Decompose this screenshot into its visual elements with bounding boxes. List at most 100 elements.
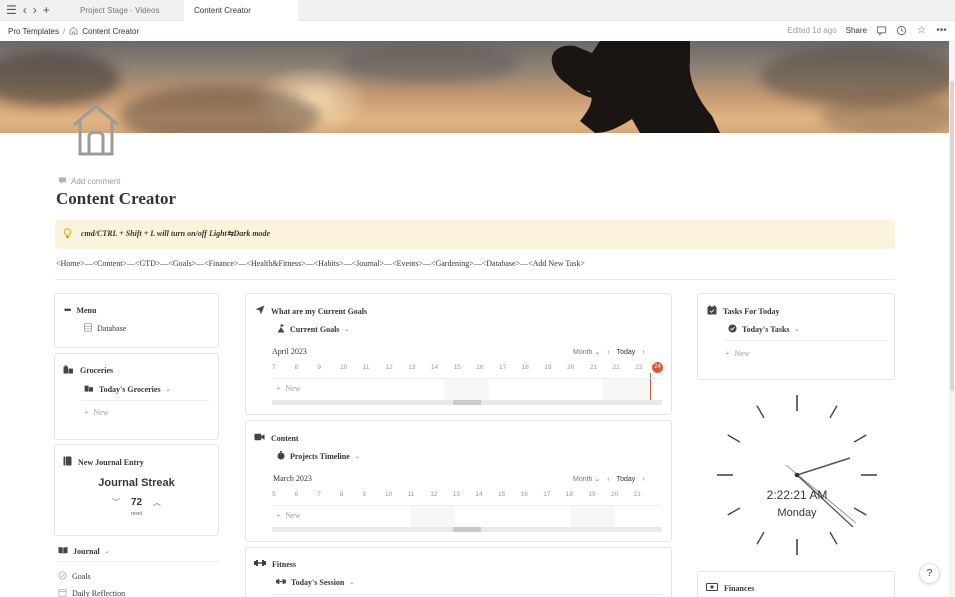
streak-increment-chevron-icon[interactable]: ︿ <box>153 498 161 507</box>
groceries-new-button[interactable]: + New <box>84 408 109 417</box>
timeline-day-label: 14 <box>475 491 483 498</box>
timeline-day-headers: 7 8 9 10 11 12 13 14 15 16 17 18 19 20 21 22 23 <box>272 364 662 374</box>
tasks-new-button[interactable]: + New <box>725 349 750 358</box>
finances-card-title: Finances <box>724 583 755 593</box>
finances-card: Finances <box>697 571 895 597</box>
range-month-dropdown[interactable]: Month ⌄ <box>573 475 600 483</box>
chevron-down-icon: ⌄ <box>344 327 350 333</box>
timeline-day-label: 21 <box>633 491 641 498</box>
fitness-card-title: Fitness <box>272 559 296 569</box>
content-timeline-grid[interactable]: + New <box>272 505 661 528</box>
tab-bar: ☰ ‹ › + Project Stage - Videos Content C… <box>0 0 955 21</box>
content-card: Content Projects Timeline ⌄ March 2023 M… <box>245 420 672 542</box>
edited-timestamp: Edited 1d ago <box>787 26 837 35</box>
groceries-view-icon <box>84 384 94 394</box>
navigation-links[interactable]: <Home>—<Content>—<GTD>—<Goals>—<Finance>… <box>56 259 585 268</box>
goals-card-title: What are my Current Goals <box>271 306 368 316</box>
todays-tasks-view[interactable]: Today's Tasks ⌄ <box>728 324 800 335</box>
streak-reset-button[interactable]: reset <box>55 511 218 517</box>
forward-arrow-icon[interactable]: › <box>33 3 37 17</box>
page-title[interactable]: Content Creator <box>56 189 176 209</box>
navigation-arrow-icon <box>255 305 265 317</box>
new-journal-entry-title: New Journal Entry <box>78 457 144 467</box>
dark-mode-callout: cmd/CTRL + Shift + L will turn on/off Li… <box>55 220 895 249</box>
chevron-down-icon: ⌄ <box>104 548 110 555</box>
clock-tick <box>853 434 867 443</box>
todays-session-view[interactable]: Today's Session ⌄ <box>276 578 354 587</box>
journal-item-label: Daily Reflection <box>72 589 126 597</box>
timeline-day-label: 7 <box>272 364 276 371</box>
add-comment-label: Add comment <box>71 177 121 186</box>
page-scrollbar[interactable] <box>949 41 955 597</box>
timeline-day-label: 8 <box>339 491 344 498</box>
page-home-icon[interactable] <box>66 98 126 158</box>
open-book-icon <box>58 546 68 556</box>
fitness-card: Fitness Today's Session ⌄ <box>245 547 672 597</box>
dumbbell-icon <box>276 578 286 587</box>
menu-item-database[interactable]: Database <box>84 323 126 334</box>
add-comment-button[interactable]: Add comment <box>58 176 120 187</box>
projects-timeline-view[interactable]: Projects Timeline ⌄ <box>277 451 360 462</box>
clock-tick <box>829 405 838 419</box>
streak-decrement-chevron-icon[interactable]: ﹀ <box>112 498 120 507</box>
previous-chevron-icon[interactable]: ‹ <box>607 476 609 483</box>
more-options-icon[interactable]: ••• <box>936 25 947 36</box>
plus-icon: + <box>725 349 730 358</box>
journal-title: Journal <box>73 546 100 556</box>
today-button[interactable]: Today <box>617 349 636 356</box>
groceries-icon <box>63 365 74 376</box>
timeline-day-label: 9 <box>317 364 322 371</box>
timeline-day-label: 14 <box>430 364 439 371</box>
content-new-button[interactable]: + New <box>276 511 301 520</box>
favorite-star-icon[interactable]: ☆ <box>916 25 927 36</box>
new-journal-entry-button[interactable]: New Journal Entry <box>63 456 144 468</box>
content-card-title: Content <box>271 433 299 443</box>
groceries-view-label: Today's Groceries <box>99 384 161 394</box>
previous-chevron-icon[interactable]: ‹ <box>607 349 609 356</box>
breadcrumb-current[interactable]: Content Creator <box>82 27 139 36</box>
timeline-day-label: 8 <box>294 364 299 371</box>
back-arrow-icon[interactable]: ‹ <box>23 3 27 17</box>
range-month-dropdown[interactable]: Month ⌄ <box>573 348 600 356</box>
journal-item-goals[interactable]: Goals <box>58 571 91 582</box>
menu-title: Menu <box>76 305 97 315</box>
today-badge: 24 <box>652 362 663 373</box>
sidebar-menu-icon[interactable]: ☰ <box>6 3 17 17</box>
timeline-horizontal-scrollbar[interactable] <box>272 400 662 405</box>
goals-timeline-grid[interactable]: + New <box>272 378 661 401</box>
breadcrumb-separator: / <box>63 27 66 36</box>
cover-image <box>0 41 949 133</box>
history-clock-icon[interactable] <box>896 25 907 36</box>
share-button[interactable]: Share <box>846 26 867 35</box>
help-button[interactable]: ? <box>919 563 940 584</box>
content-new-label: New <box>285 511 301 520</box>
timeline-day-label: 10 <box>385 491 393 498</box>
timeline-day-label: 7 <box>317 491 321 498</box>
timeline-day-label: 23 <box>635 364 643 371</box>
calendar-icon <box>58 588 67 597</box>
timeline-day-label: 13 <box>452 491 461 498</box>
journal-entry-card: New Journal Entry Journal Streak ﹀ 72 ︿ … <box>54 444 219 536</box>
clock-tick <box>756 405 765 419</box>
todays-groceries-view[interactable]: Today's Groceries ⌄ <box>84 384 171 394</box>
journal-view-tab[interactable]: Journal ⌄ <box>58 546 110 556</box>
timeline-horizontal-scrollbar[interactable] <box>272 527 662 532</box>
today-button[interactable]: Today <box>617 476 636 483</box>
new-tab-plus-icon[interactable]: + <box>43 3 50 17</box>
tasks-card-title: Tasks For Today <box>723 306 780 316</box>
next-chevron-icon[interactable]: › <box>642 476 644 483</box>
comments-icon[interactable] <box>876 25 887 36</box>
breadcrumb-parent[interactable]: Pro Templates <box>8 27 59 36</box>
next-chevron-icon[interactable]: › <box>642 349 644 356</box>
current-goals-view[interactable]: Current Goals ⌄ <box>277 324 349 335</box>
journal-item-daily-reflection[interactable]: Daily Reflection <box>58 588 125 597</box>
goals-new-button[interactable]: + New <box>276 384 301 393</box>
tab-content-creator[interactable]: Content Creator <box>184 0 298 21</box>
journal-streak-value: 72 <box>130 497 143 508</box>
check-circle-icon <box>728 324 737 335</box>
journal-item-label: Goals <box>72 572 91 581</box>
mountain-flag-icon <box>277 324 285 335</box>
tab-project-stage-videos[interactable]: Project Stage - Videos <box>70 0 184 21</box>
todays-session-view-label: Today's Session <box>291 578 345 587</box>
groceries-title: Groceries <box>80 366 114 375</box>
